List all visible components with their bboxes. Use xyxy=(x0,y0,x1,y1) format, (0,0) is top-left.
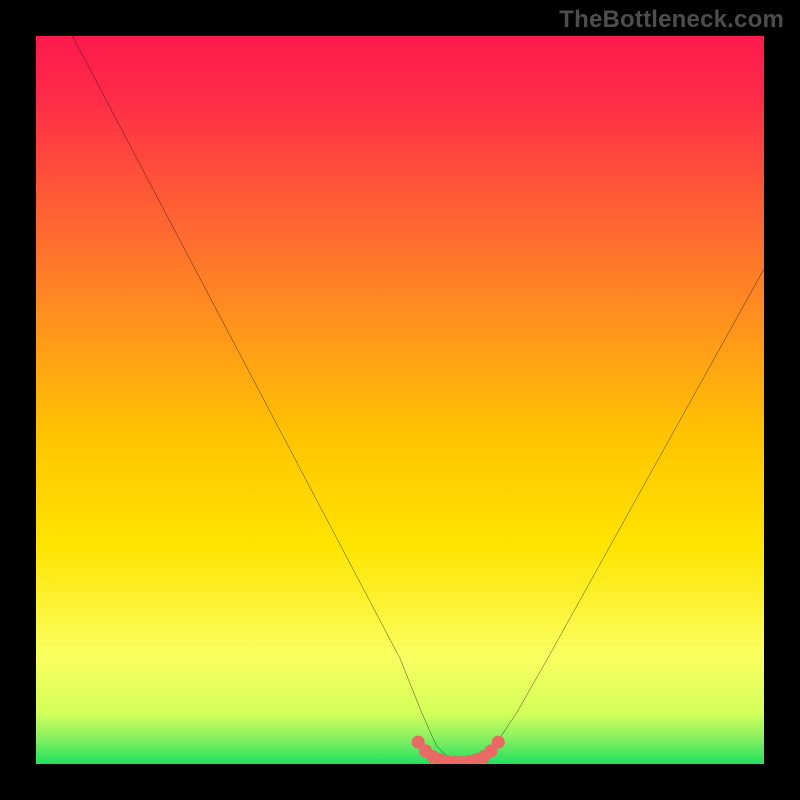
bottleneck-chart xyxy=(36,36,764,764)
watermark-text: TheBottleneck.com xyxy=(559,6,784,34)
chart-frame: TheBottleneck.com xyxy=(0,0,800,800)
gradient-background xyxy=(36,36,764,764)
